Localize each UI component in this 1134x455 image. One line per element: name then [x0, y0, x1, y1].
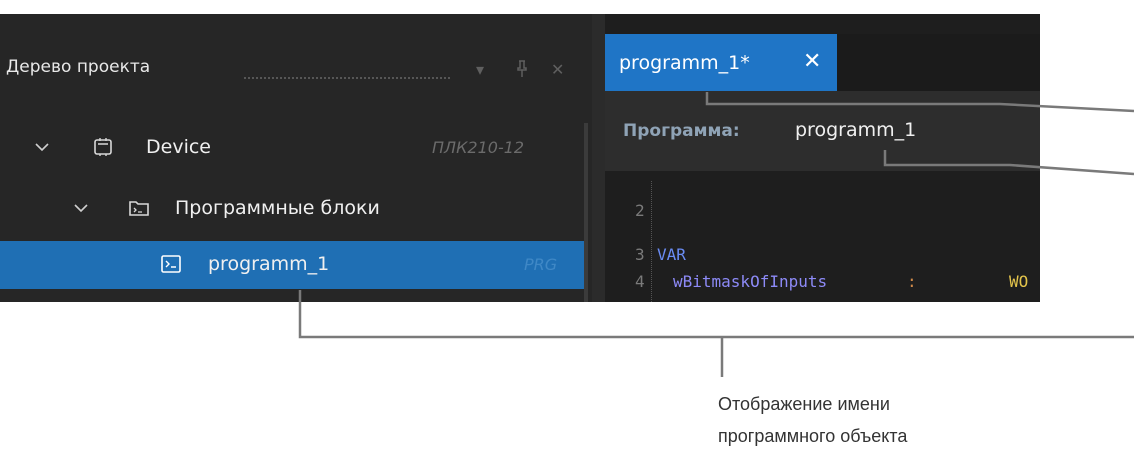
- tree-item-programm-1[interactable]: programm_1 PRG: [0, 241, 585, 289]
- chevron-down-icon[interactable]: [33, 138, 51, 156]
- caption-line-1: Отображение имени: [718, 394, 890, 414]
- tab-programm-1[interactable]: programm_1* ✕: [605, 34, 837, 91]
- project-tree-panel: Дерево проекта ▾ ✕ Device ПЛК210-12 Прог…: [0, 14, 592, 302]
- tree-item-label: Device: [146, 136, 211, 158]
- program-label: Программа:: [623, 121, 740, 141]
- pin-icon[interactable]: [515, 60, 529, 82]
- panel-header: Дерево проекта ▾ ✕: [0, 14, 592, 89]
- editor-area: programm_1* ✕ Программа: programm_1 2 3 …: [605, 14, 1040, 302]
- screenshot: Дерево проекта ▾ ✕ Device ПЛК210-12 Прог…: [0, 14, 1040, 302]
- line-number: 2: [635, 201, 645, 220]
- code-colon: :: [907, 272, 917, 291]
- line-number: 4: [635, 272, 645, 291]
- tree-item-program-blocks[interactable]: Программные блоки: [0, 187, 585, 233]
- program-icon: [161, 255, 181, 273]
- close-panel-icon[interactable]: ✕: [551, 60, 564, 79]
- tab-label: programm_1*: [619, 52, 750, 74]
- caption-line-2: программного объекта: [718, 426, 908, 446]
- program-name: programm_1: [795, 119, 917, 141]
- tree-item-label: Программные блоки: [175, 197, 380, 219]
- drag-grip[interactable]: [243, 76, 451, 81]
- code-type: WO: [1009, 272, 1029, 291]
- folder-icon: [129, 201, 149, 216]
- program-header: Программа: programm_1: [605, 91, 1040, 171]
- gutter-divider: [651, 181, 653, 302]
- panel-title: Дерево проекта: [6, 57, 151, 77]
- device-icon: [94, 138, 112, 156]
- tree-item-tag: PRG: [524, 255, 558, 274]
- tree-scrollbar[interactable]: [584, 123, 588, 302]
- line-number: 3: [635, 245, 645, 264]
- callout-caption: Отображение имени программного объекта: [718, 388, 907, 452]
- code-keyword: VAR: [657, 245, 686, 264]
- close-icon[interactable]: ✕: [803, 49, 821, 74]
- tree-item-device[interactable]: Device ПЛК210-12: [0, 126, 585, 172]
- tree-item-label: programm_1: [208, 253, 330, 275]
- dropdown-icon[interactable]: ▾: [476, 60, 484, 79]
- tree-item-tag: ПЛК210-12: [432, 138, 525, 157]
- chevron-down-icon[interactable]: [72, 199, 90, 217]
- code-identifier: wBitmaskOfInputs: [673, 272, 828, 291]
- code-editor[interactable]: 2 3 VAR 4 wBitmaskOfInputs : WO: [605, 171, 1040, 302]
